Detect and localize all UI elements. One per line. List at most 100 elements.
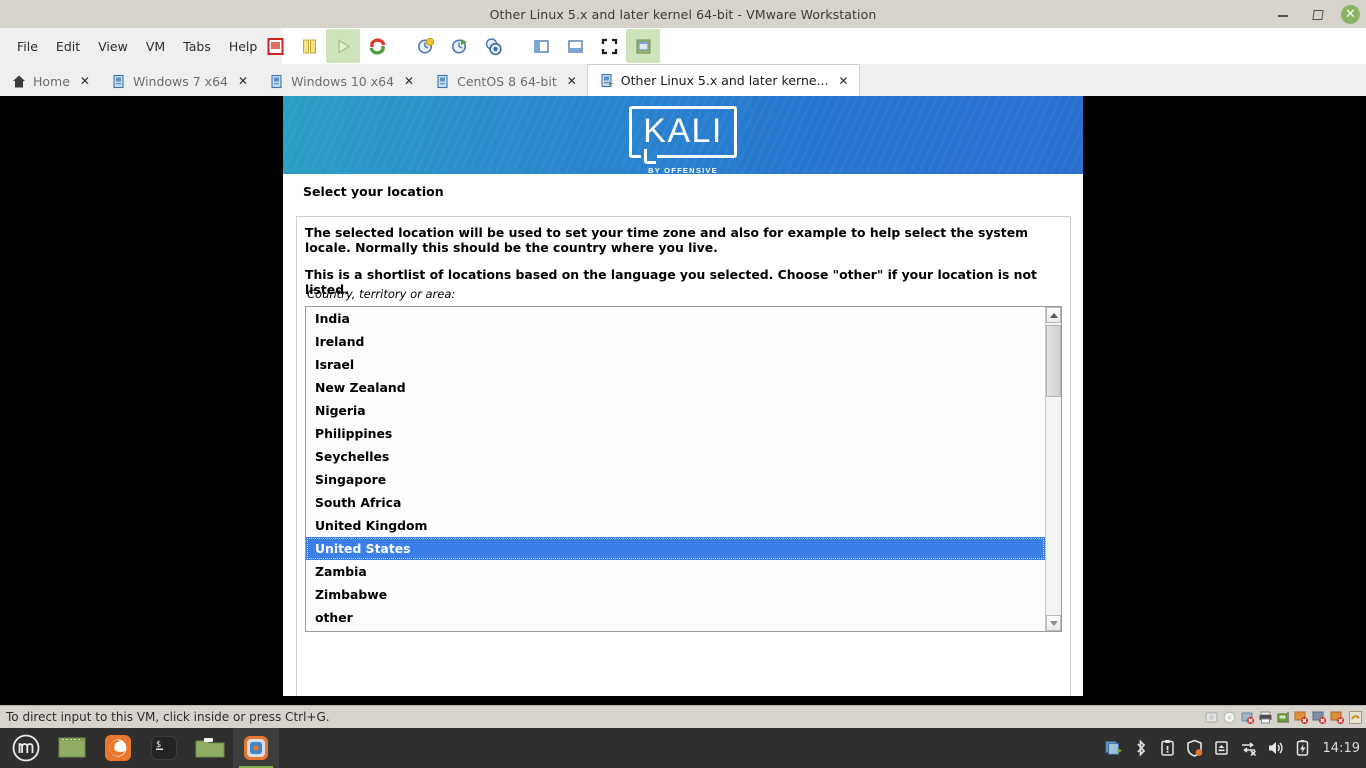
power-off-button[interactable] — [258, 29, 292, 63]
volume-icon[interactable] — [1267, 739, 1285, 757]
firewall-shield-icon[interactable] — [1186, 739, 1204, 757]
desktop-taskbar: $ 14:19 — [0, 728, 1366, 768]
suspend-button[interactable] — [292, 29, 326, 63]
list-scrollbar[interactable] — [1045, 307, 1061, 631]
update-manager-icon[interactable] — [1159, 739, 1177, 757]
vm-icon — [271, 74, 282, 88]
title-bar: Other Linux 5.x and later kernel 64-bit … — [0, 0, 1366, 28]
power-on-button[interactable] — [326, 29, 360, 63]
show-desktop-icon — [58, 737, 86, 758]
tab-close-button[interactable]: ✕ — [404, 74, 414, 88]
list-item[interactable]: Nigeria — [306, 399, 1045, 422]
menu-edit[interactable]: Edit — [47, 35, 89, 58]
tab-label: Other Linux 5.x and later kerne... — [620, 73, 829, 88]
tab-home[interactable]: Home ✕ — [0, 66, 100, 96]
list-item[interactable]: Singapore — [306, 468, 1045, 491]
tab-label: Windows 7 x64 — [132, 73, 228, 89]
menu-vm[interactable]: VM — [137, 35, 174, 58]
snapshot-manager-button[interactable] — [476, 29, 510, 63]
tab-close-button[interactable]: ✕ — [838, 74, 848, 88]
page-title: Select your location — [303, 184, 444, 199]
vm-icon — [113, 74, 124, 88]
files-icon — [195, 738, 225, 758]
vm-display-area[interactable]: KALI BY OFFENSIVE SECURITY Select your l… — [0, 96, 1366, 705]
kali-logo: KALI BY OFFENSIVE SECURITY — [624, 106, 742, 184]
reset-button[interactable] — [360, 29, 394, 63]
show-desktop-button[interactable] — [49, 728, 95, 768]
scrollbar-thumb[interactable] — [1046, 325, 1061, 397]
country-list[interactable]: India Ireland Israel New Zealand Nigeria… — [306, 307, 1045, 631]
suspend-icon — [302, 39, 316, 53]
floppy-icon[interactable] — [1239, 709, 1256, 726]
country-listbox[interactable]: India Ireland Israel New Zealand Nigeria… — [305, 306, 1062, 632]
tab-close-button[interactable]: ✕ — [238, 74, 248, 88]
sound-icon[interactable] — [1311, 709, 1328, 726]
menu-file[interactable]: File — [8, 35, 47, 58]
taskbar-clock[interactable]: 14:19 — [1323, 741, 1360, 756]
scroll-down-button[interactable] — [1046, 615, 1061, 631]
mint-menu-icon — [12, 734, 40, 762]
list-item[interactable]: Zambia — [306, 560, 1045, 583]
removable-media-icon[interactable] — [1213, 739, 1231, 757]
list-item[interactable]: Ireland — [306, 330, 1045, 353]
tab-close-button[interactable]: ✕ — [567, 74, 577, 88]
printer-icon[interactable] — [1257, 709, 1274, 726]
vmware-tools-icon[interactable] — [1347, 709, 1364, 726]
network-disconnected-icon[interactable] — [1240, 739, 1258, 757]
kali-banner: KALI BY OFFENSIVE SECURITY — [283, 96, 1083, 184]
show-library-button[interactable] — [524, 29, 558, 63]
status-message: To direct input to this VM, click inside… — [6, 710, 330, 724]
list-item[interactable]: United Kingdom — [306, 514, 1045, 537]
tab-windows-7-x64[interactable]: Windows 7 x64 ✕ — [100, 66, 258, 96]
list-item[interactable]: South Africa — [306, 491, 1045, 514]
close-button[interactable]: ✕ — [1341, 4, 1360, 24]
description-paragraph-1: The selected location will be used to se… — [305, 225, 1029, 255]
list-item[interactable]: New Zealand — [306, 376, 1045, 399]
list-item[interactable]: other — [306, 606, 1045, 629]
vmware-taskbar-button[interactable] — [233, 728, 279, 768]
list-item-selected[interactable]: United States — [306, 537, 1045, 560]
window-controls: ✕ — [1273, 0, 1360, 28]
scroll-up-button[interactable] — [1046, 307, 1061, 323]
restore-button[interactable] — [1307, 4, 1327, 24]
tab-close-button[interactable]: ✕ — [80, 74, 90, 88]
mint-menu-button[interactable] — [3, 728, 49, 768]
vm-tab-bar: Home ✕ Windows 7 x64 ✕ Windows 10 x64 ✕ — [0, 64, 1366, 96]
battery-icon[interactable] — [1294, 739, 1312, 757]
tab-windows-10-x64[interactable]: Windows 10 x64 ✕ — [258, 66, 424, 96]
list-item[interactable]: India — [306, 307, 1045, 330]
display-icon[interactable] — [1329, 709, 1346, 726]
bluetooth-icon[interactable] — [1132, 739, 1150, 757]
kali-logo-notch — [641, 154, 657, 159]
list-item[interactable]: Israel — [306, 353, 1045, 376]
unity-icon — [636, 39, 650, 53]
tab-label: Home — [33, 73, 70, 89]
usb-icon[interactable] — [1293, 709, 1310, 726]
vmware-tray-icon[interactable] — [1104, 739, 1123, 757]
main-toolbar — [258, 28, 660, 64]
files-button[interactable] — [187, 728, 233, 768]
terminal-button[interactable]: $ — [141, 728, 187, 768]
revert-snapshot-button[interactable] — [442, 29, 476, 63]
menu-tabs[interactable]: Tabs — [174, 35, 220, 58]
list-item[interactable]: Philippines — [306, 422, 1045, 445]
show-thumbnail-bar-button[interactable] — [558, 29, 592, 63]
unity-mode-button[interactable] — [626, 29, 660, 63]
chevron-down-icon — [1049, 620, 1058, 626]
play-icon — [337, 38, 350, 54]
hard-disk-icon[interactable] — [1203, 709, 1220, 726]
firefox-button[interactable] — [95, 728, 141, 768]
vmware-taskbar-icon — [244, 736, 268, 760]
tab-other-linux-5x[interactable]: Other Linux 5.x and later kerne... ✕ — [586, 64, 860, 96]
menu-view[interactable]: View — [89, 35, 137, 58]
tab-centos-8-64-bit[interactable]: CentOS 8 64-bit ✕ — [424, 66, 587, 96]
take-snapshot-button[interactable] — [408, 29, 442, 63]
list-item[interactable]: Zimbabwe — [306, 583, 1045, 606]
list-item[interactable]: Seychelles — [306, 445, 1045, 468]
fullscreen-button[interactable] — [592, 29, 626, 63]
power-off-icon — [267, 37, 283, 55]
minimize-button[interactable] — [1273, 4, 1293, 24]
network-icon[interactable] — [1275, 709, 1292, 726]
guest-screen[interactable]: KALI BY OFFENSIVE SECURITY Select your l… — [283, 96, 1083, 696]
cd-dvd-icon[interactable] — [1221, 709, 1238, 726]
